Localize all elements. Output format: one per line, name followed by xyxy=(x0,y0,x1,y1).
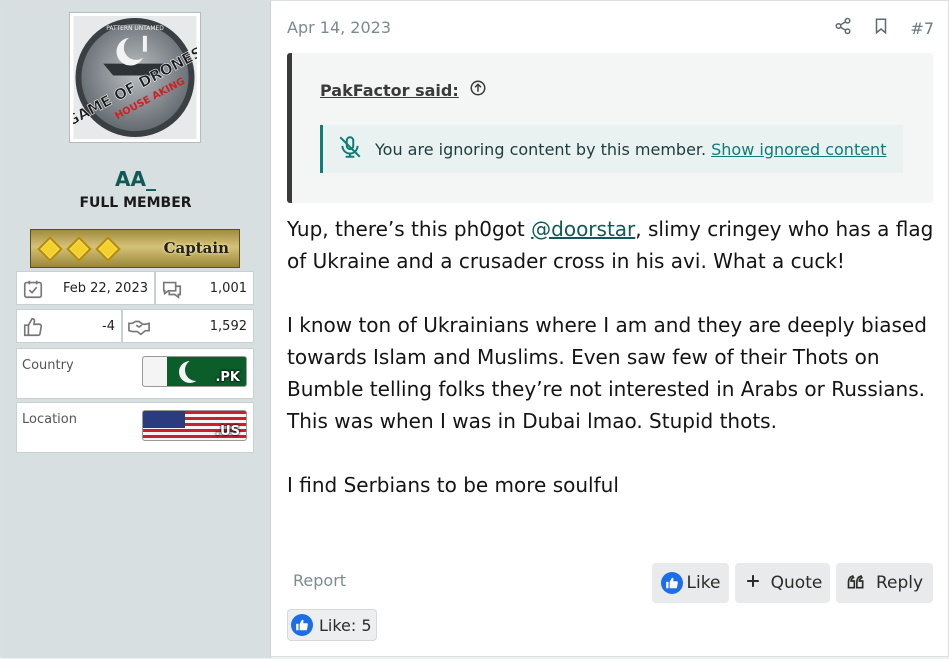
show-ignored-content-link[interactable]: Show ignored content xyxy=(711,140,886,159)
flag-pk-icon: .PK xyxy=(142,356,247,387)
rank-banner: Captain xyxy=(30,229,240,268)
country-field: Country .PK xyxy=(16,348,254,399)
points-count: 1,592 xyxy=(209,319,247,334)
post-container: PATTERN UNTAMED GAME OF DRONES HOUSE AKI… xyxy=(0,0,949,658)
like-icon xyxy=(660,572,683,594)
avatar[interactable]: PATTERN UNTAMED GAME OF DRONES HOUSE AKI… xyxy=(69,12,201,143)
reply-quote-icon xyxy=(846,571,866,596)
mention-link[interactable]: @doorstar xyxy=(531,217,635,241)
reaction-score: -4 xyxy=(102,319,115,334)
svg-text:PATTERN UNTAMED: PATTERN UNTAMED xyxy=(106,25,164,32)
like-label: Like xyxy=(686,573,721,593)
like-icon xyxy=(291,614,313,636)
user-sidebar: PATTERN UNTAMED GAME OF DRONES HOUSE AKI… xyxy=(1,1,271,658)
post-text: Yup, there’s this ph0got xyxy=(287,217,532,241)
post-header-actions: #7 xyxy=(834,17,934,39)
ignored-mic-icon xyxy=(337,134,375,164)
quote-header: PakFactor said: xyxy=(320,79,487,101)
stat-points: 1,592 xyxy=(122,309,254,343)
avatar-logo-top: PATTERN UNTAMED xyxy=(106,25,164,32)
user-title: FULL MEMBER xyxy=(79,195,192,211)
likes-count: Like: 5 xyxy=(319,615,372,635)
ignored-content-notice: You are ignoring content by this member.… xyxy=(320,125,903,173)
rank-star-icon xyxy=(37,235,63,262)
post-paragraph: I know ton of Ukrainians where I am and … xyxy=(287,313,927,433)
post-main: Apr 14, 2023 #7 PakFactor said: You are … xyxy=(271,1,949,658)
joined-date: Feb 22, 2023 xyxy=(62,281,148,296)
handshake-icon xyxy=(128,316,150,338)
arrow-up-circle-icon[interactable] xyxy=(469,79,487,101)
location-label: Location xyxy=(22,412,77,427)
quote-author-link[interactable]: PakFactor said: xyxy=(320,81,459,100)
username[interactable]: AA_ xyxy=(1,167,270,191)
ignored-text: You are ignoring content by this member. xyxy=(375,139,707,159)
country-label: Country xyxy=(22,358,74,373)
report-link[interactable]: Report xyxy=(293,571,346,590)
thumbs-up-icon xyxy=(22,316,44,338)
stat-joined: Feb 22, 2023 xyxy=(16,271,155,305)
location-field: Location .US xyxy=(16,402,254,453)
bookmark-icon[interactable] xyxy=(872,17,890,39)
location-tld: .US xyxy=(215,424,240,439)
quote-button[interactable]: Quote xyxy=(735,563,830,603)
messages-count: 1,001 xyxy=(209,281,247,296)
calendar-check-icon xyxy=(22,278,44,300)
post-paragraph: I find Serbians to be more soulful xyxy=(287,473,619,497)
quote-label: Quote xyxy=(770,573,823,593)
rank-label: Captain xyxy=(163,239,229,257)
like-button[interactable]: Like xyxy=(652,563,729,603)
flag-us-icon: .US xyxy=(142,410,247,441)
stat-reaction-score: -4 xyxy=(16,309,122,343)
rank-star-icon xyxy=(66,235,92,262)
post-date[interactable]: Apr 14, 2023 xyxy=(287,18,391,37)
country-tld: .PK xyxy=(215,370,240,385)
plus-icon xyxy=(743,571,763,596)
share-icon[interactable] xyxy=(834,17,852,39)
messages-icon xyxy=(161,278,183,300)
stat-messages: 1,001 xyxy=(155,271,254,305)
rank-star-icon xyxy=(95,235,121,262)
quote-block: PakFactor said: You are ignoring content… xyxy=(287,53,933,203)
post-paragraph: Yup, there’s this ph0got @doorstar, slim… xyxy=(287,213,937,277)
reactions-summary[interactable]: Like: 5 xyxy=(287,609,377,641)
avatar-logo: PATTERN UNTAMED GAME OF DRONES HOUSE AKI… xyxy=(73,16,197,139)
reply-button[interactable]: Reply xyxy=(836,563,933,603)
reply-label: Reply xyxy=(875,573,924,593)
post-number[interactable]: #7 xyxy=(910,19,934,38)
post-body: Yup, there’s this ph0got @doorstar, slim… xyxy=(287,213,937,501)
